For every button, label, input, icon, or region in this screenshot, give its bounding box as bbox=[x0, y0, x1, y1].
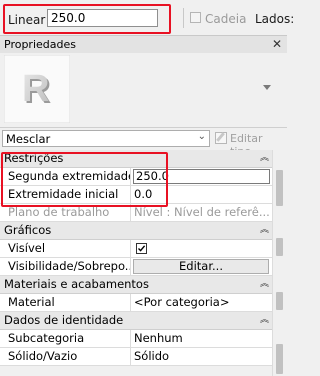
scrollbar-thumb[interactable] bbox=[276, 238, 283, 256]
svg-text:R: R bbox=[22, 68, 49, 110]
type-dropdown-arrow-icon[interactable] bbox=[263, 85, 271, 90]
property-value[interactable]: Sólido bbox=[130, 348, 272, 365]
category-label: Materiais e acabamentos bbox=[4, 277, 149, 291]
palette-title: Propriedades bbox=[4, 38, 76, 51]
highlight-box bbox=[3, 4, 171, 34]
cadeia-label: Cadeia bbox=[205, 12, 247, 26]
property-value[interactable]: Nenhum bbox=[130, 330, 272, 347]
chevron-down-icon: ⌄ bbox=[197, 131, 206, 142]
property-row[interactable]: Subcategoria Nenhum bbox=[0, 330, 272, 348]
collapse-icon[interactable]: ︽ bbox=[260, 312, 269, 329]
category-materiais[interactable]: Materiais e acabamentos ︽ bbox=[0, 276, 272, 294]
property-name: Subcategoria bbox=[8, 331, 85, 345]
collapse-icon[interactable]: ︽ bbox=[260, 276, 269, 293]
property-name: Visível bbox=[8, 241, 46, 255]
vertical-scrollbar[interactable] bbox=[272, 150, 287, 376]
property-row[interactable]: Visibilidade/Sobrepo... Editar... bbox=[0, 258, 272, 276]
instance-filter-row: Mesclar ⌄ Editar tipo bbox=[0, 127, 287, 158]
family-thumbnail-icon: R R bbox=[4, 55, 70, 123]
property-row[interactable]: Sólido/Vazio Sólido bbox=[0, 348, 272, 366]
lados-label: Lados: bbox=[255, 12, 295, 26]
property-row[interactable]: Visível bbox=[0, 240, 272, 258]
scrollbar-thumb[interactable] bbox=[276, 292, 283, 310]
category-dados-identidade[interactable]: Dados de identidade ︽ bbox=[0, 312, 272, 330]
edit-button[interactable]: Editar... bbox=[133, 259, 269, 274]
options-bar: Linear 250.0 Cadeia Lados: bbox=[0, 0, 294, 36]
property-name: Material bbox=[8, 295, 55, 309]
property-value[interactable]: <Por categoria> bbox=[130, 294, 272, 311]
cadeia-checkbox[interactable] bbox=[190, 12, 201, 23]
close-icon[interactable]: ✕ bbox=[272, 37, 282, 51]
collapse-icon[interactable]: ︽ bbox=[260, 222, 269, 239]
category-label: Gráficos bbox=[4, 223, 52, 237]
highlight-box bbox=[1, 152, 168, 207]
scrollbar-thumb[interactable] bbox=[276, 170, 283, 206]
property-row[interactable]: Material <Por categoria> bbox=[0, 294, 272, 312]
type-dropdown[interactable]: Mesclar ⌄ bbox=[2, 130, 210, 147]
checkmark-icon bbox=[138, 245, 146, 252]
category-graficos[interactable]: Gráficos ︽ bbox=[0, 222, 272, 240]
collapse-icon[interactable]: ︽ bbox=[260, 150, 269, 167]
edit-type-icon bbox=[215, 132, 227, 144]
category-label: Dados de identidade bbox=[4, 313, 124, 327]
scrollbar-thumb[interactable] bbox=[276, 344, 283, 374]
toolbar-separator bbox=[183, 8, 184, 28]
type-selector[interactable]: R R bbox=[0, 53, 287, 128]
type-dropdown-value: Mesclar bbox=[6, 132, 51, 146]
properties-palette-header: Propriedades ✕ bbox=[0, 36, 287, 54]
visible-checkbox[interactable] bbox=[136, 243, 147, 254]
property-value: Editar... bbox=[130, 258, 272, 275]
property-name: Sólido/Vazio bbox=[8, 349, 78, 363]
property-value bbox=[130, 240, 272, 257]
property-name: Visibilidade/Sobrepo... bbox=[8, 259, 130, 273]
